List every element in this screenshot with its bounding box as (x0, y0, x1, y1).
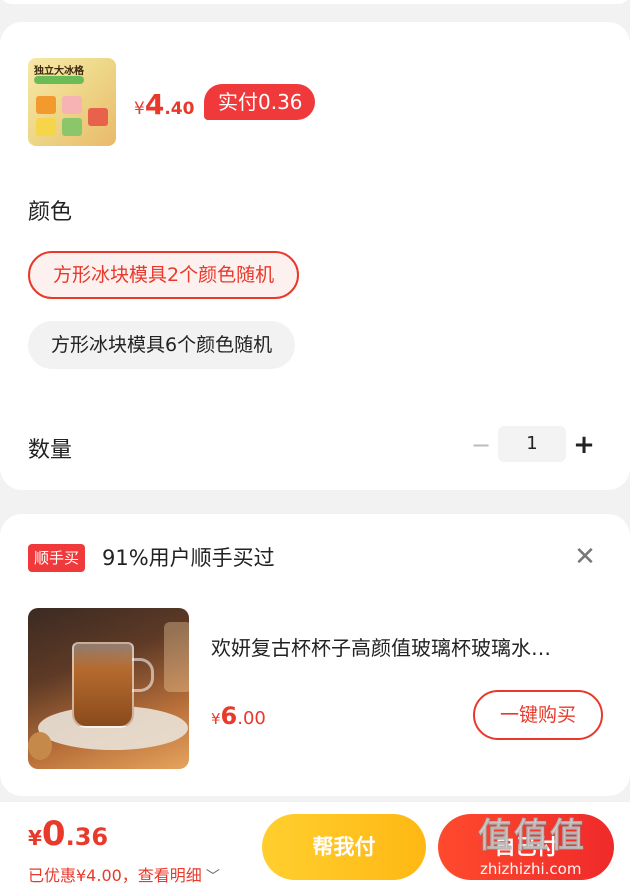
ice-tray-green (62, 118, 82, 136)
discount-text: 已优惠¥4.00，查看明细 (28, 866, 202, 885)
glass-cup-background (164, 622, 189, 692)
quantity-label: 数量 (28, 438, 73, 463)
addon-price-symbol: ¥ (211, 710, 221, 728)
addon-product-title[interactable]: 欢妍复古杯杯子高颜值玻璃杯玻璃水… (211, 632, 603, 661)
previous-card-edge (0, 0, 630, 4)
actual-pay-tag: 实付0.36 (204, 84, 315, 120)
product-price: ¥4.40 (134, 88, 194, 121)
addon-badge: 顺手买 (28, 544, 86, 572)
cookie (28, 732, 52, 760)
total-price-decimal: .36 (65, 823, 109, 851)
addon-card: 顺手买 91%用户顺手买过 ✕ 欢妍复古杯杯子高颜值玻璃杯玻璃水… ¥6.00 … (0, 514, 630, 796)
ice-tray-red (88, 108, 108, 126)
close-icon[interactable]: ✕ (570, 542, 600, 572)
sku-card: 独立大冰格 ¥4.40 实付0.36 颜色 方形冰块模具2个颜色随机 方形冰块模… (0, 22, 630, 490)
quantity-increase-button[interactable]: + (573, 428, 595, 462)
addon-price-integer: 6 (220, 702, 238, 730)
pay-myself-button[interactable]: 自己付 (438, 814, 614, 880)
ice-tray-yellow (36, 118, 56, 136)
one-click-buy-button[interactable]: 一键购买 (473, 690, 603, 740)
total-price: ¥0.36 (28, 814, 108, 854)
thumbnail-banner (34, 76, 84, 84)
addon-product-price: ¥6.00 (211, 702, 266, 730)
total-price-symbol: ¥ (28, 826, 42, 850)
quantity-input[interactable]: 1 (498, 426, 566, 462)
addon-product-image[interactable] (28, 608, 189, 769)
product-thumbnail[interactable]: 独立大冰格 (28, 58, 116, 146)
color-section-label: 颜色 (28, 200, 73, 225)
addon-price-decimal: .00 (237, 708, 266, 729)
ice-tray-pink (62, 96, 82, 114)
quantity-decrease-button[interactable]: − (470, 428, 492, 462)
price-decimal: .40 (164, 99, 195, 119)
color-option-6pcs[interactable]: 方形冰块模具6个颜色随机 (28, 321, 296, 369)
color-option-2pcs[interactable]: 方形冰块模具2个颜色随机 (28, 251, 300, 299)
bottom-action-bar: ¥0.36 已优惠¥4.00，查看明细 ﹀ 帮我付 自己付 (0, 802, 630, 890)
discount-detail-link[interactable]: 已优惠¥4.00，查看明细 ﹀ (28, 862, 220, 886)
help-me-pay-button[interactable]: 帮我付 (262, 814, 426, 880)
price-symbol: ¥ (134, 99, 145, 119)
thumbnail-label: 独立大冰格 (34, 66, 84, 77)
total-price-integer: 0 (41, 814, 66, 854)
addon-title: 91%用户顺手买过 (102, 546, 275, 570)
ice-tray-orange (36, 96, 56, 114)
cup-handle (132, 658, 154, 692)
chevron-down-icon: ﹀ (205, 869, 220, 885)
price-integer: 4 (144, 88, 165, 121)
glass-cup (72, 642, 134, 728)
